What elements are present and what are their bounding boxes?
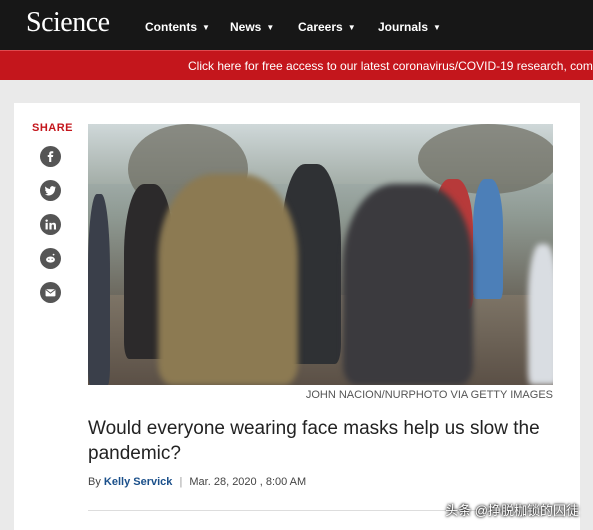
- nav-news[interactable]: News ▼: [230, 20, 274, 34]
- nav-news-label: News: [230, 20, 262, 34]
- covid-banner-text[interactable]: Click here for free access to our latest…: [188, 59, 593, 73]
- nav-careers-label: Careers: [298, 20, 343, 34]
- watermark: 头条 @挣脱枷锁的囚徒: [445, 503, 579, 518]
- chevron-down-icon: ▼: [433, 23, 441, 32]
- photo-person: [473, 179, 503, 299]
- article-headline: Would everyone wearing face masks help u…: [88, 418, 540, 464]
- nav-contents-label: Contents: [145, 20, 197, 34]
- author-link[interactable]: Kelly Servick: [104, 476, 173, 488]
- photo-person: [88, 194, 110, 385]
- nav-journals[interactable]: Journals ▼: [378, 20, 441, 34]
- nav-contents[interactable]: Contents ▼: [145, 20, 210, 34]
- top-nav-bar: Science Contents ▼ News ▼ Careers ▼ Jour…: [0, 0, 593, 50]
- facebook-icon[interactable]: [40, 146, 61, 167]
- nav-careers[interactable]: Careers ▼: [298, 20, 356, 34]
- linkedin-icon[interactable]: [40, 214, 61, 235]
- chevron-down-icon: ▼: [202, 23, 210, 32]
- science-logo[interactable]: Science: [26, 7, 110, 39]
- photo-person-blurred: [528, 244, 553, 385]
- photo-person-blurred: [343, 184, 473, 385]
- article-photo: [88, 124, 553, 385]
- photo-credit: JOHN NACION/NURPHOTO VIA GETTY IMAGES: [305, 389, 553, 401]
- reddit-icon[interactable]: [40, 248, 61, 269]
- publish-date: Mar. 28, 2020 , 8:00 AM: [189, 476, 307, 488]
- nav-journals-label: Journals: [378, 20, 429, 34]
- byline: By Kelly Servick | Mar. 28, 2020 , 8:00 …: [88, 476, 306, 488]
- chevron-down-icon: ▼: [347, 23, 356, 32]
- twitter-icon[interactable]: [40, 180, 61, 201]
- covid-banner[interactable]: Click here for free access to our latest…: [0, 50, 593, 80]
- chevron-down-icon: ▼: [266, 23, 275, 32]
- share-label: SHARE: [32, 122, 74, 134]
- byline-separator: |: [179, 476, 183, 488]
- email-icon[interactable]: [40, 282, 61, 303]
- photo-person-blurred: [158, 174, 298, 385]
- byline-prefix: By: [88, 476, 101, 488]
